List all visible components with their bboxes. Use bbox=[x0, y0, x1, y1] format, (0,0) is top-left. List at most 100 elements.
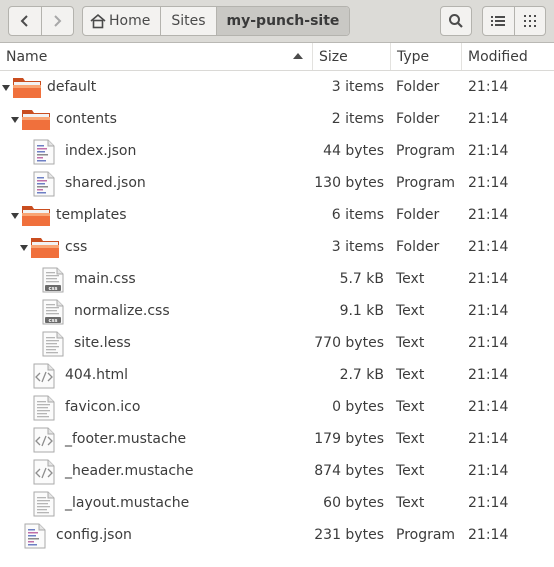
file-name: main.css bbox=[74, 271, 136, 287]
file-row[interactable]: css 3 items Folder 21:14 bbox=[0, 231, 554, 263]
column-header-label: Modified bbox=[468, 48, 528, 65]
breadcrumb-home[interactable]: Home bbox=[83, 7, 160, 35]
file-size: 3 items bbox=[331, 239, 384, 255]
file-modified: 21:14 bbox=[468, 175, 509, 191]
column-header-size[interactable]: Size bbox=[313, 43, 391, 70]
column-headers: Name Size Type Modified bbox=[0, 43, 554, 71]
json-file-icon bbox=[33, 171, 55, 197]
file-row[interactable]: default 3 items Folder 21:14 bbox=[0, 71, 554, 103]
column-header-label: Size bbox=[319, 48, 348, 65]
grid-view-button[interactable] bbox=[513, 7, 546, 35]
breadcrumb-label: my-punch-site bbox=[226, 13, 340, 29]
column-header-name[interactable]: Name bbox=[0, 43, 313, 70]
folder-icon bbox=[13, 78, 41, 98]
file-row[interactable]: _layout.mustache 60 bytes Text 21:14 bbox=[0, 487, 554, 519]
file-row[interactable]: 404.html 2.7 kB Text 21:14 bbox=[0, 359, 554, 391]
file-modified: 21:14 bbox=[468, 111, 509, 127]
css-file-icon: css bbox=[42, 267, 64, 293]
file-type: Folder bbox=[396, 111, 440, 127]
file-row[interactable]: config.json 231 bytes Program 21:14 bbox=[0, 519, 554, 551]
file-name: _footer.mustache bbox=[65, 431, 187, 447]
json-file-icon bbox=[24, 523, 46, 549]
file-name: favicon.ico bbox=[65, 399, 141, 415]
breadcrumb: Home Sites my-punch-site bbox=[82, 6, 351, 36]
file-row[interactable]: _header.mustache 874 bytes Text 21:14 bbox=[0, 455, 554, 487]
file-modified: 21:14 bbox=[468, 495, 509, 511]
expander-expanded-icon[interactable] bbox=[20, 245, 28, 251]
breadcrumb-label: Home bbox=[109, 13, 151, 29]
search-button[interactable] bbox=[440, 6, 472, 36]
breadcrumb-current[interactable]: my-punch-site bbox=[215, 7, 350, 35]
file-type: Text bbox=[396, 367, 425, 383]
file-row[interactable]: templates 6 items Folder 21:14 bbox=[0, 199, 554, 231]
file-type: Folder bbox=[396, 79, 440, 95]
file-modified: 21:14 bbox=[468, 463, 509, 479]
file-modified: 21:14 bbox=[468, 527, 509, 543]
file-row[interactable]: css normalize.css 9.1 kB Text 21:14 bbox=[0, 295, 554, 327]
file-size: 60 bytes bbox=[323, 495, 384, 511]
file-modified: 21:14 bbox=[468, 431, 509, 447]
view-switcher bbox=[482, 6, 546, 36]
file-name: shared.json bbox=[65, 175, 146, 191]
file-type: Text bbox=[396, 271, 425, 287]
back-button[interactable] bbox=[9, 7, 41, 35]
list-view-button[interactable] bbox=[483, 7, 514, 35]
file-name: index.json bbox=[65, 143, 137, 159]
column-header-modified[interactable]: Modified bbox=[462, 43, 554, 70]
file-size: 130 bytes bbox=[314, 175, 384, 191]
file-size: 2 items bbox=[331, 111, 384, 127]
file-size: 874 bytes bbox=[314, 463, 384, 479]
file-size: 231 bytes bbox=[314, 527, 384, 543]
folder-icon bbox=[22, 206, 50, 226]
breadcrumb-sites[interactable]: Sites bbox=[160, 7, 215, 35]
file-row[interactable]: _footer.mustache 179 bytes Text 21:14 bbox=[0, 423, 554, 455]
file-name: normalize.css bbox=[74, 303, 170, 319]
forward-button[interactable] bbox=[40, 7, 74, 35]
file-type: Program bbox=[396, 527, 456, 543]
file-size: 44 bytes bbox=[323, 143, 384, 159]
file-list: default 3 items Folder 21:14 contents 2 … bbox=[0, 71, 554, 551]
file-type: Program bbox=[396, 143, 456, 159]
file-size: 6 items bbox=[331, 207, 384, 223]
folder-icon bbox=[31, 238, 59, 258]
file-size: 2.7 kB bbox=[339, 367, 384, 383]
navigation-buttons bbox=[8, 6, 74, 36]
file-modified: 21:14 bbox=[468, 367, 509, 383]
file-modified: 21:14 bbox=[468, 271, 509, 287]
html-file-icon bbox=[33, 427, 55, 453]
html-file-icon bbox=[33, 363, 55, 389]
file-size: 179 bytes bbox=[314, 431, 384, 447]
svg-text:css: css bbox=[49, 318, 58, 324]
file-name: site.less bbox=[74, 335, 131, 351]
file-name: 404.html bbox=[65, 367, 129, 383]
svg-text:css: css bbox=[49, 286, 58, 292]
file-modified: 21:14 bbox=[468, 239, 509, 255]
expander-expanded-icon[interactable] bbox=[11, 213, 19, 219]
file-row[interactable]: shared.json 130 bytes Program 21:14 bbox=[0, 167, 554, 199]
file-type: Text bbox=[396, 399, 425, 415]
file-type: Folder bbox=[396, 207, 440, 223]
column-header-type[interactable]: Type bbox=[391, 43, 462, 70]
file-type: Text bbox=[396, 335, 425, 351]
breadcrumb-label: Sites bbox=[171, 13, 206, 29]
expander-expanded-icon[interactable] bbox=[2, 85, 10, 91]
file-type: Text bbox=[396, 431, 425, 447]
file-type: Folder bbox=[396, 239, 440, 255]
file-type: Text bbox=[396, 303, 425, 319]
home-icon bbox=[90, 13, 106, 29]
file-modified: 21:14 bbox=[468, 207, 509, 223]
file-name: _header.mustache bbox=[65, 463, 194, 479]
file-row[interactable]: contents 2 items Folder 21:14 bbox=[0, 103, 554, 135]
text-file-icon bbox=[42, 331, 64, 357]
file-row[interactable]: site.less 770 bytes Text 21:14 bbox=[0, 327, 554, 359]
file-row[interactable]: favicon.ico 0 bytes Text 21:14 bbox=[0, 391, 554, 423]
expander-expanded-icon[interactable] bbox=[11, 117, 19, 123]
file-row[interactable]: index.json 44 bytes Program 21:14 bbox=[0, 135, 554, 167]
column-header-label: Type bbox=[397, 48, 430, 65]
file-type: Text bbox=[396, 463, 425, 479]
go-forward-icon bbox=[54, 15, 62, 27]
file-row[interactable]: css main.css 5.7 kB Text 21:14 bbox=[0, 263, 554, 295]
file-modified: 21:14 bbox=[468, 335, 509, 351]
file-name: config.json bbox=[56, 527, 132, 543]
folder-icon bbox=[22, 110, 50, 130]
